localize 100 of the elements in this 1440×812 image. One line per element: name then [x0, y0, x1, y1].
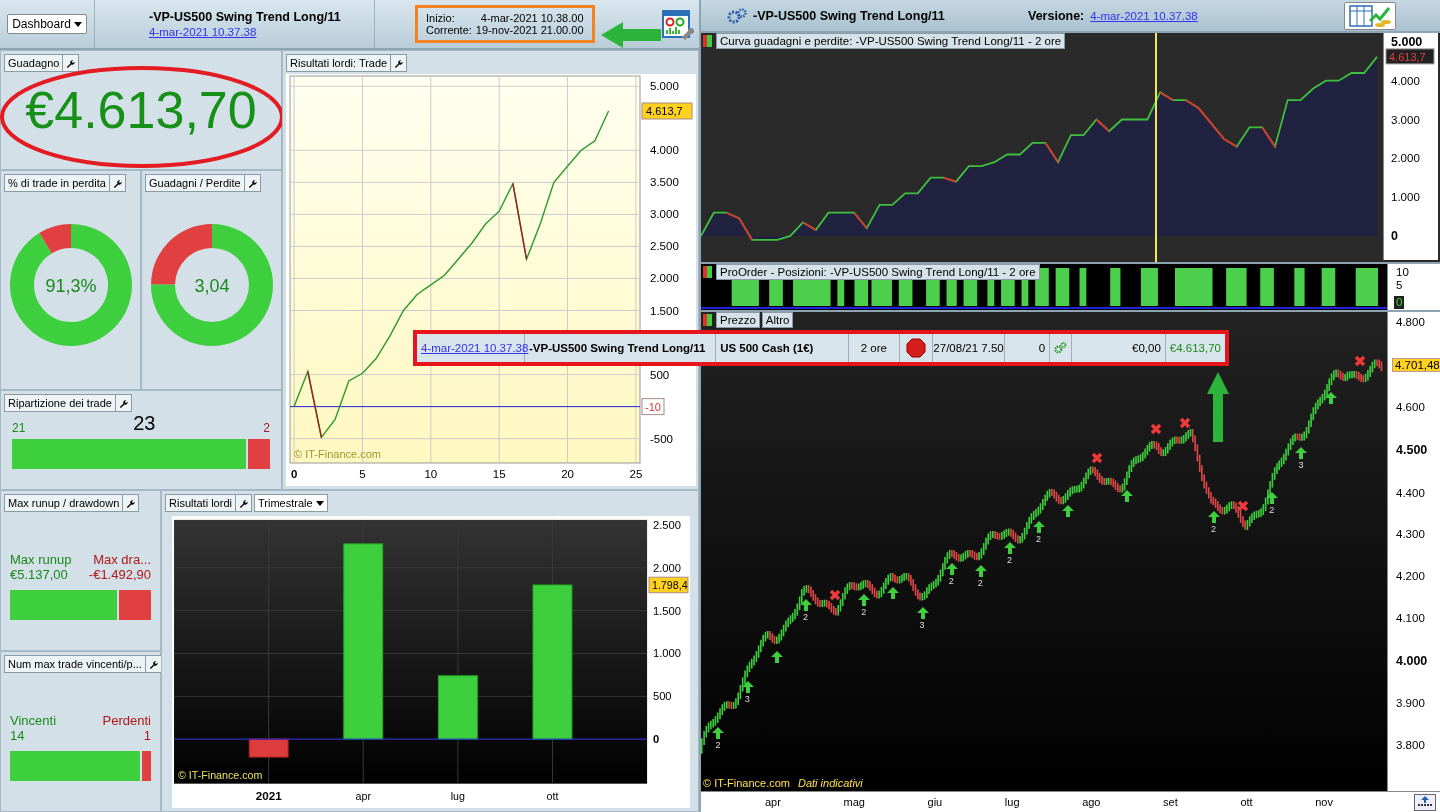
axis-label: 15: [492, 468, 506, 480]
legend-swatch: [703, 314, 712, 326]
loss-segment: [802, 221, 817, 231]
buy-arrow-icon: [712, 727, 725, 740]
buy-arrow-icon: [1207, 511, 1220, 524]
version-link[interactable]: 4-mar-2021 10.37.38: [149, 26, 257, 38]
sell-cross-icon: [1091, 452, 1104, 465]
axis-label: 2.500: [652, 518, 681, 531]
watermark: © IT-Finance.com: [177, 768, 263, 781]
loss-segment: [1044, 141, 1059, 164]
data-note: Dati indicativi: [797, 777, 863, 789]
period-dropdown[interactable]: Trimestrale: [253, 494, 328, 512]
axis-label: 3.900: [1396, 697, 1426, 710]
sell-cross-icon: [829, 589, 842, 602]
legend-label: Prezzo: [716, 312, 760, 328]
watermark: © IT-Finance.com: [294, 448, 381, 460]
month-label: set: [1163, 796, 1178, 808]
axis-label: 4.000: [1391, 74, 1420, 87]
buy-arrow-icon: [1295, 447, 1308, 460]
month-label: ago: [1082, 796, 1101, 808]
axis-label: 2.000: [650, 272, 679, 285]
stat-label: Perdenti: [101, 713, 151, 728]
annotation-arrow: [601, 22, 661, 48]
axis-label: 4.000: [1396, 653, 1429, 668]
axis-label: lug: [450, 790, 465, 803]
wrench-icon[interactable]: [63, 54, 80, 72]
trade-count: 2: [1269, 504, 1275, 515]
donut-value: 91,3%: [45, 276, 96, 296]
stat-value: 1: [142, 728, 151, 743]
buy-arrow-icon: [1324, 392, 1337, 405]
bar: [437, 675, 478, 740]
wrench-icon[interactable]: [391, 54, 408, 72]
sell-cross-icon: [1353, 354, 1366, 367]
panel-title: Guadagni / Perdite: [145, 174, 245, 192]
table-cell-text: €4.613,70: [1168, 341, 1222, 356]
axis-label: 4.300: [1396, 528, 1426, 541]
trade-count: 2: [1036, 533, 1042, 544]
axis-label: 1.500: [652, 604, 681, 617]
trade-count: 2: [977, 578, 983, 589]
gears-icon[interactable]: [1054, 340, 1068, 356]
trade-count: 2: [948, 576, 954, 587]
gain-value: €4.613,70: [25, 80, 257, 140]
last-value-marker: 1.798,4: [651, 578, 688, 591]
panel-title: Ripartizione dei trade: [4, 394, 116, 412]
stat-label: Max dra...: [92, 552, 151, 567]
sell-cross-icon: [1237, 499, 1250, 512]
axis-label: 2.000: [652, 561, 681, 574]
last-value-marker: 4.613,7: [646, 105, 683, 117]
table-cell: 27/08/21 7.50: [933, 334, 1006, 362]
axis-label: 5: [359, 468, 366, 480]
expand-button[interactable]: [1414, 793, 1436, 811]
legend-label: Curva guadagni e perdite: -VP-US500 Swing Trend Long/11 - 2 ore: [716, 33, 1066, 49]
strategy-title: -VP-US500 Swing Trend Long/11: [149, 10, 341, 24]
trade-count: 2: [802, 612, 808, 623]
dashboard-dropdown[interactable]: Dashboard: [7, 14, 87, 34]
sell-cross-icon: [1149, 423, 1162, 436]
panel-title: Max runup / drawdown: [4, 494, 124, 512]
wrench-icon[interactable]: [123, 494, 140, 512]
stop-icon[interactable]: [905, 338, 926, 358]
table-cell: 2 ore: [848, 334, 900, 362]
trade-count: 2: [861, 607, 867, 618]
table-cell: US 500 Cash (1€): [716, 334, 849, 362]
caret-icon: [73, 21, 82, 27]
total-count: 23: [133, 412, 156, 435]
axis-label: 5: [1396, 279, 1404, 292]
buy-arrow-icon: [799, 599, 812, 612]
axis-label: -500: [650, 432, 674, 445]
table-cell: 0: [1005, 334, 1051, 362]
month-label: mag: [843, 796, 865, 808]
other-button[interactable]: Altro: [761, 312, 794, 328]
stat-label: Max runup: [10, 552, 73, 567]
table-cell: €0,00: [1072, 334, 1166, 362]
stat-value: -€1.492,90: [87, 567, 151, 582]
wins-count: 21: [12, 421, 26, 435]
axis-label: 5.000: [650, 80, 679, 93]
version-link[interactable]: 4-mar-2021 10.37.38: [1090, 9, 1198, 22]
trade-count: 3: [919, 619, 925, 630]
axis-label: 0: [290, 468, 298, 480]
legend-swatch: [703, 35, 712, 47]
buy-arrow-icon: [858, 594, 871, 607]
watermark: © IT-Finance.com: [703, 777, 790, 789]
axis-label: 4.800: [1396, 316, 1426, 328]
losses-count: 2: [263, 421, 270, 435]
loss-segment: [942, 176, 957, 183]
axis-label: 3.000: [1391, 113, 1420, 126]
strategy-title: -VP-US500 Swing Trend Long/11: [753, 8, 946, 23]
panel-title: Risultati lordi: [165, 494, 236, 512]
axis-label: 4.200: [1396, 570, 1426, 583]
trade-count: 3: [744, 694, 750, 704]
axis-label: 1.000: [1391, 191, 1420, 204]
buy-arrow-icon: [1120, 490, 1133, 503]
buy-arrow-icon: [945, 563, 958, 576]
axis-label: 500: [650, 368, 670, 381]
gears-icon: [727, 7, 747, 24]
buy-arrow-icon: [916, 606, 929, 619]
axis-label: 3.000: [650, 208, 679, 221]
axis-label: 4.000: [650, 144, 679, 157]
report-settings-icon[interactable]: [662, 9, 694, 41]
report-button[interactable]: [1343, 1, 1396, 30]
zero-marker: -10: [645, 400, 661, 413]
